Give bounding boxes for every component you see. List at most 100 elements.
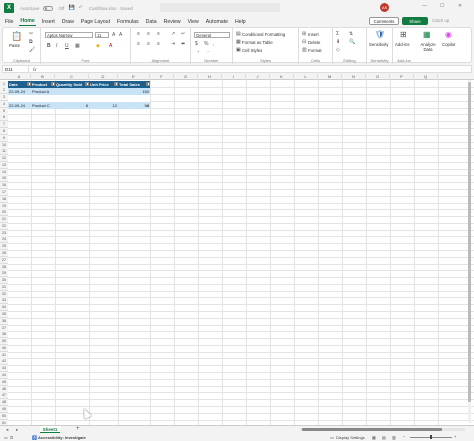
decrease-decimal-icon[interactable]: ⁻ [207,50,210,56]
close-icon[interactable]: ✕ [458,3,462,9]
zoom-in-icon[interactable]: + [454,434,456,439]
table-cell[interactable] [55,87,89,95]
insert-function-icon[interactable]: fx [33,66,37,73]
comma-style-icon[interactable]: , [213,41,214,47]
fill-icon[interactable]: ⬇ [336,39,340,45]
tab-review[interactable]: Review [163,18,182,26]
display-settings-button[interactable]: Display Settings [336,435,365,440]
cell-styles-icon[interactable]: ▣ [236,47,241,53]
column-header-f[interactable]: F [150,74,174,80]
tab-draw[interactable]: Draw [61,18,75,26]
avatar[interactable]: AS [380,3,389,12]
maximize-icon[interactable]: ☐ [440,3,444,9]
orientation-icon[interactable]: ↗ [171,31,175,37]
decrease-font-icon[interactable]: A [119,32,122,38]
autosum-icon[interactable]: Σ [336,31,339,37]
currency-icon[interactable]: $ [195,41,198,47]
tab-automate[interactable]: Automate [205,18,229,26]
normal-view-icon[interactable]: ▦ [372,435,376,440]
tab-help[interactable]: Help [234,18,247,26]
tab-file[interactable]: File [4,18,14,26]
fill-color-icon[interactable]: ◆ [96,43,100,49]
cell-styles-button[interactable]: Cell Styles [242,48,262,53]
underline-icon[interactable]: U [65,43,69,49]
copilot-icon[interactable]: ◉ [445,30,452,39]
align-top-icon[interactable]: ≡ [137,31,140,37]
increase-font-icon[interactable]: A [112,32,115,38]
filter-dropdown-icon[interactable]: ▾ [113,81,118,86]
autofill-options-icon[interactable]: ⊿ [146,103,151,108]
macro-icon[interactable]: ⊡ [10,435,13,440]
table-cell[interactable]: 22-09-24 [8,87,31,95]
tab-data[interactable]: Data [145,18,158,26]
indent-icon[interactable]: ⇥ [171,41,175,47]
column-header-n[interactable]: N [342,74,366,80]
percent-icon[interactable]: % [204,41,208,47]
format-cells-icon[interactable]: ▥ [302,47,307,53]
accessibility-status[interactable]: Accessibility: Investigate [38,435,86,440]
insert-cells-icon[interactable]: ⊞ [302,31,306,37]
column-header-i[interactable]: I [222,74,246,80]
table-cell[interactable]: 150 [118,87,150,95]
format-painter-icon[interactable]: 🖌 [29,47,35,53]
zoom-slider-thumb[interactable] [430,435,432,439]
analyze-data-button[interactable]: Analyze Data [417,42,439,52]
share-button[interactable]: Share [402,17,428,25]
table-header-date[interactable]: Date ▾ [8,80,31,88]
copy-icon[interactable]: ⧉ [29,39,33,45]
add-sheet-icon[interactable]: + [76,426,80,432]
table-cell[interactable]: 22-09-24 [8,101,31,109]
table-cell[interactable]: 8 [55,101,89,109]
comments-button[interactable]: Comments [369,17,399,25]
font-color-icon[interactable]: A [109,43,112,49]
undo-icon[interactable]: ↶ [79,5,83,11]
table-row[interactable] [8,94,150,102]
vertical-scrollbar[interactable] [468,80,471,423]
formula-input[interactable] [43,66,471,73]
page-break-view-icon[interactable]: ▥ [392,435,396,440]
column-header-l[interactable]: L [294,74,318,80]
format-as-table-icon[interactable]: ▦ [236,39,241,45]
column-header-m[interactable]: M [318,74,342,80]
delete-cells-button[interactable]: Delete [308,40,320,45]
table-cell[interactable]: Product C [31,101,55,109]
column-header-h[interactable]: H [198,74,222,80]
display-settings-icon[interactable]: ▭ [330,435,334,440]
filter-dropdown-icon[interactable]: ▾ [26,81,31,86]
addins-icon[interactable]: ⊞ [400,30,407,39]
column-header-c[interactable]: C [55,74,89,80]
table-header-total-sales[interactable]: Total Sales ▾ [118,80,150,88]
column-header-e[interactable]: E [118,74,150,80]
sheet-tab-sheet1[interactable]: Sheet1 [40,426,60,433]
filter-dropdown-icon[interactable]: ▾ [84,81,89,86]
find-select-icon[interactable]: 🔍 [349,39,355,45]
clear-icon[interactable]: ◇ [336,47,340,53]
conditional-formatting-icon[interactable]: ▤ [236,31,241,37]
catch-up-button[interactable]: Catch up [432,18,449,23]
align-right-icon[interactable]: ≡ [157,41,160,47]
number-format-select[interactable]: General [194,32,230,38]
horizontal-scrollbar[interactable] [300,428,465,431]
addins-button[interactable]: Add-ins [395,42,410,47]
autosave-toggle[interactable] [42,5,53,11]
align-bottom-icon[interactable]: ≡ [157,31,160,37]
table-header-quantity-sold[interactable]: Quantity Sold ▾ [55,80,89,88]
cut-icon[interactable]: ✂ [29,31,33,37]
column-header-k[interactable]: K [270,74,294,80]
table-cell[interactable]: Product A [31,87,55,95]
delete-cells-icon[interactable]: ⊟ [302,39,306,45]
table-header-unit-price[interactable]: Unit Price ▾ [89,80,118,88]
search-input[interactable] [160,3,280,12]
column-header-p[interactable]: P [390,74,414,80]
zoom-out-icon[interactable]: − [403,434,405,439]
name-box[interactable]: D11 [3,66,29,73]
column-header-b[interactable]: B [31,74,55,80]
insert-cells-button[interactable]: Insert [308,32,319,37]
conditional-formatting-button[interactable]: Conditional Formatting [242,32,285,37]
align-left-icon[interactable]: ≡ [137,41,140,47]
column-header-d[interactable]: D [89,74,118,80]
font-name-select[interactable]: Aptos Narrow [45,32,93,38]
merge-center-icon[interactable]: ⬌ [181,41,185,47]
tab-insert[interactable]: Insert [41,18,56,26]
table-cell[interactable] [89,87,118,95]
